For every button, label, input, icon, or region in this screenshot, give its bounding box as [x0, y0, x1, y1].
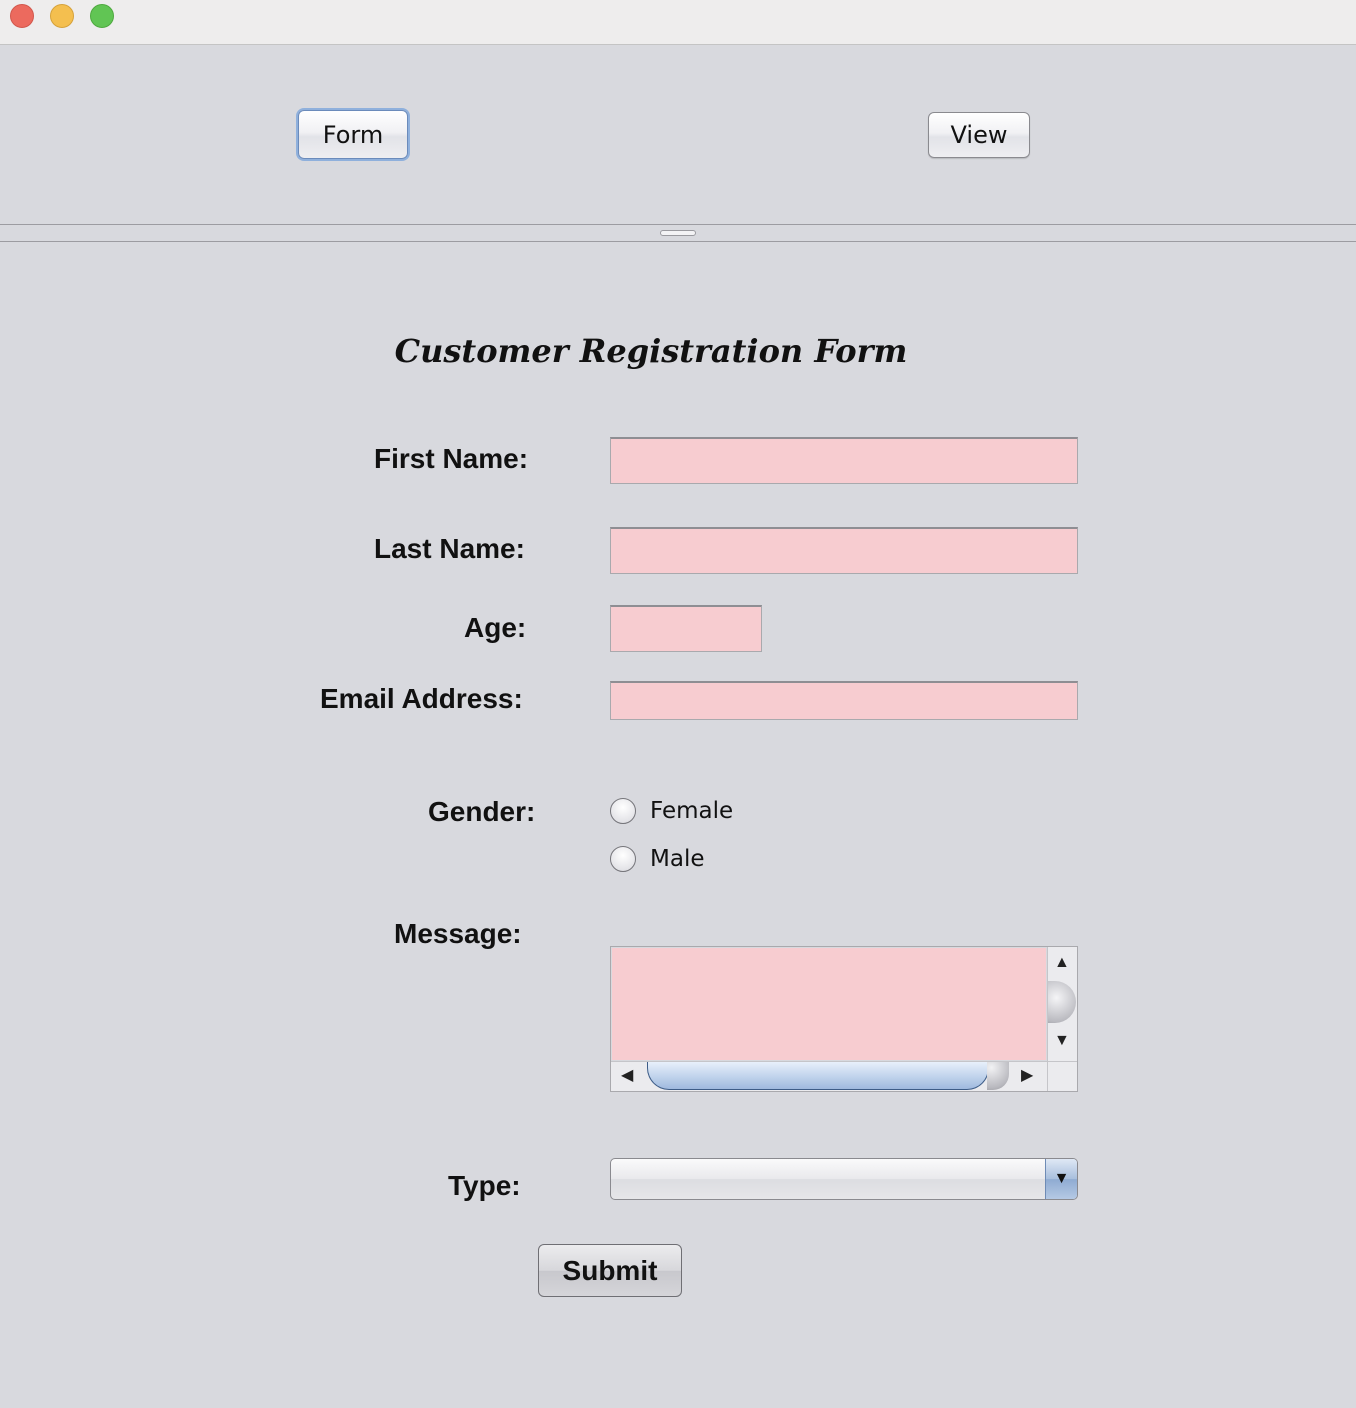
age-input[interactable]	[610, 605, 762, 652]
form-title: Customer Registration Form	[394, 332, 908, 370]
close-window-button[interactable]	[10, 4, 34, 28]
age-label: Age:	[464, 612, 527, 643]
scroll-corner	[1047, 1061, 1077, 1091]
horizontal-scrollbar[interactable]: ◀ ▶	[611, 1061, 1047, 1091]
window-titlebar	[0, 0, 1356, 45]
submit-button[interactable]: Submit	[538, 1244, 682, 1297]
maximize-window-button[interactable]	[90, 4, 114, 28]
split-pane-divider[interactable]	[0, 224, 1356, 242]
scroll-down-arrow-icon[interactable]: ▼	[1054, 1033, 1070, 1049]
radio-label-female: Female	[650, 798, 734, 824]
horizontal-scroll-thumb[interactable]	[647, 1062, 989, 1090]
type-label: Type:	[448, 1170, 521, 1201]
view-button[interactable]: View	[928, 112, 1030, 158]
radio-circle-icon[interactable]	[610, 798, 636, 824]
gender-label: Gender:	[428, 796, 536, 827]
radio-circle-icon[interactable]	[610, 846, 636, 872]
first-name-input[interactable]	[610, 437, 1078, 484]
message-textarea[interactable]	[612, 948, 1046, 1060]
scroll-up-arrow-icon[interactable]: ▲	[1054, 955, 1070, 971]
radio-label-male: Male	[650, 846, 705, 872]
gender-male-radio[interactable]: Male	[610, 846, 704, 872]
form-button[interactable]: Form	[298, 110, 408, 159]
last-name-label: Last Name:	[374, 533, 525, 564]
scroll-right-arrow-icon[interactable]: ▶	[1021, 1068, 1033, 1084]
first-name-label: First Name:	[374, 443, 529, 474]
top-pane: Form View	[0, 45, 1356, 224]
scroll-left-arrow-icon[interactable]: ◀	[621, 1068, 633, 1084]
last-name-input[interactable]	[610, 527, 1078, 574]
vertical-scroll-thumb[interactable]	[1048, 981, 1076, 1023]
gender-female-radio[interactable]: Female	[610, 798, 733, 824]
type-dropdown[interactable]: ▼	[610, 1158, 1078, 1200]
dropdown-arrow-icon[interactable]: ▼	[1045, 1159, 1077, 1199]
message-scroll-pane: ▲ ▼ ◀ ▶	[610, 946, 1078, 1092]
message-label: Message:	[394, 918, 522, 949]
minimize-window-button[interactable]	[50, 4, 74, 28]
email-label: Email Address:	[320, 683, 523, 714]
scroll-thumb-tail	[987, 1062, 1009, 1090]
divider-grip-icon[interactable]	[660, 230, 696, 236]
vertical-scrollbar[interactable]: ▲ ▼	[1047, 947, 1077, 1061]
email-input[interactable]	[610, 681, 1078, 720]
